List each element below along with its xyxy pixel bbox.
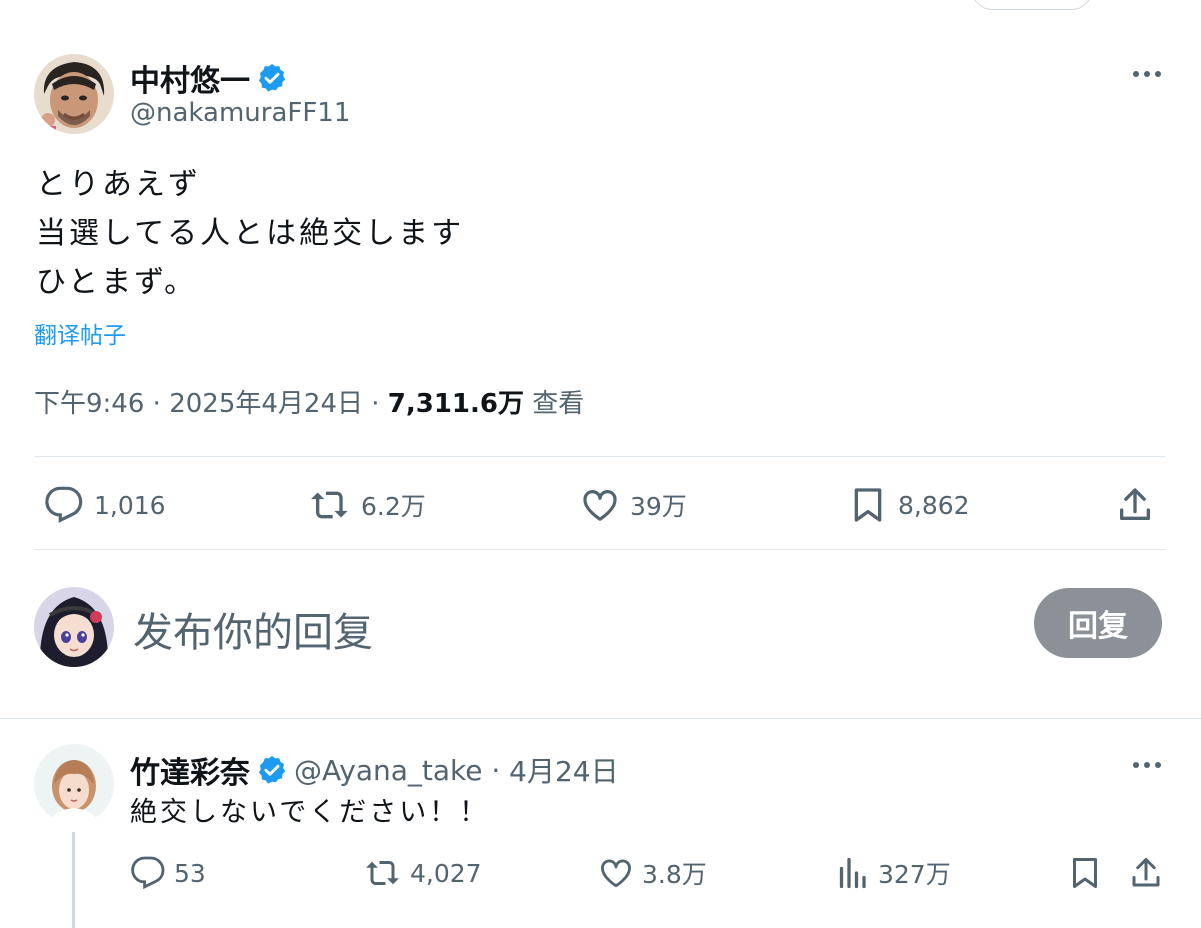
share-action[interactable] <box>1115 485 1155 525</box>
tweet-line: ひとまず。 <box>36 265 198 300</box>
bookmark-icon <box>854 488 882 522</box>
tweet-line: とりあえず <box>36 167 201 202</box>
verified-badge-icon <box>258 64 286 92</box>
separator: · <box>482 753 510 787</box>
tweet-meta: 下午9:46 · 2025年4月24日 · 7,311.6万 查看 <box>34 383 584 420</box>
views-action[interactable]: 327万 <box>834 855 951 891</box>
like-icon <box>583 490 617 521</box>
more-options-icon[interactable] <box>1133 762 1161 768</box>
retweet-action[interactable]: 6.2万 <box>309 485 426 525</box>
analytics-icon <box>839 857 866 889</box>
reply-text: 絶交しないでください！！ <box>130 797 490 828</box>
thread-line <box>72 832 75 928</box>
like-count: 39万 <box>630 492 687 521</box>
divider <box>34 549 1166 550</box>
bookmark-count: 8,862 <box>898 490 970 520</box>
retweet-count: 4,027 <box>410 858 482 888</box>
views-label: 查看 <box>532 389 585 419</box>
section-divider <box>0 718 1201 719</box>
reply-input[interactable]: 发布你的回复 <box>133 600 373 658</box>
tweet-body: とりあえず 当選してる人とは絶交します ひとまず。 <box>36 160 464 307</box>
reply-count: 53 <box>174 858 206 888</box>
reply-count: 1,016 <box>94 490 166 520</box>
reply-author-handle[interactable]: @Ayana_take <box>294 754 482 787</box>
share-icon <box>1132 858 1160 887</box>
reply-author-name[interactable]: 竹達彩奈 <box>130 748 250 792</box>
bookmark-action[interactable]: 8,862 <box>848 485 970 525</box>
author-avatar[interactable] <box>34 54 114 134</box>
retweet-icon <box>311 491 348 519</box>
reply-icon <box>131 856 165 890</box>
reply-action[interactable]: 53 <box>130 855 206 891</box>
follow-button-partial[interactable] <box>972 0 1092 10</box>
views-count: 327万 <box>878 860 951 889</box>
translate-link[interactable]: 翻译帖子 <box>34 316 126 350</box>
share-action[interactable] <box>1128 855 1164 891</box>
like-count: 3.8万 <box>642 860 707 889</box>
like-action[interactable]: 39万 <box>580 485 687 525</box>
separator: · <box>371 389 388 419</box>
like-icon <box>601 859 631 888</box>
reply-author-avatar[interactable] <box>34 744 114 824</box>
author-name[interactable]: 中村悠一 <box>130 56 250 100</box>
tweet-date[interactable]: 2025年4月24日 <box>169 389 363 419</box>
user-avatar[interactable] <box>34 587 114 667</box>
divider <box>34 456 1166 457</box>
tweet-time[interactable]: 下午9:46 <box>34 389 144 419</box>
verified-badge-icon <box>258 756 286 784</box>
more-options-icon[interactable] <box>1133 71 1161 77</box>
retweet-action[interactable]: 4,027 <box>364 855 482 891</box>
retweet-count: 6.2万 <box>361 492 426 521</box>
bookmark-icon <box>1073 858 1097 888</box>
reply-icon <box>45 486 83 523</box>
reply-submit-button[interactable]: 回复 <box>1034 588 1162 658</box>
share-icon <box>1120 488 1150 520</box>
author-handle[interactable]: @nakamuraFF11 <box>130 98 350 128</box>
reply-action[interactable]: 1,016 <box>44 485 166 525</box>
reply-date[interactable]: 4月24日 <box>509 750 618 790</box>
views-count: 7,311.6万 <box>387 389 524 419</box>
separator: · <box>152 389 170 419</box>
tweet-line: 当選してる人とは絶交します <box>36 216 465 251</box>
bookmark-action[interactable] <box>1067 855 1103 891</box>
retweet-icon <box>366 861 399 885</box>
like-action[interactable]: 3.8万 <box>598 855 707 891</box>
